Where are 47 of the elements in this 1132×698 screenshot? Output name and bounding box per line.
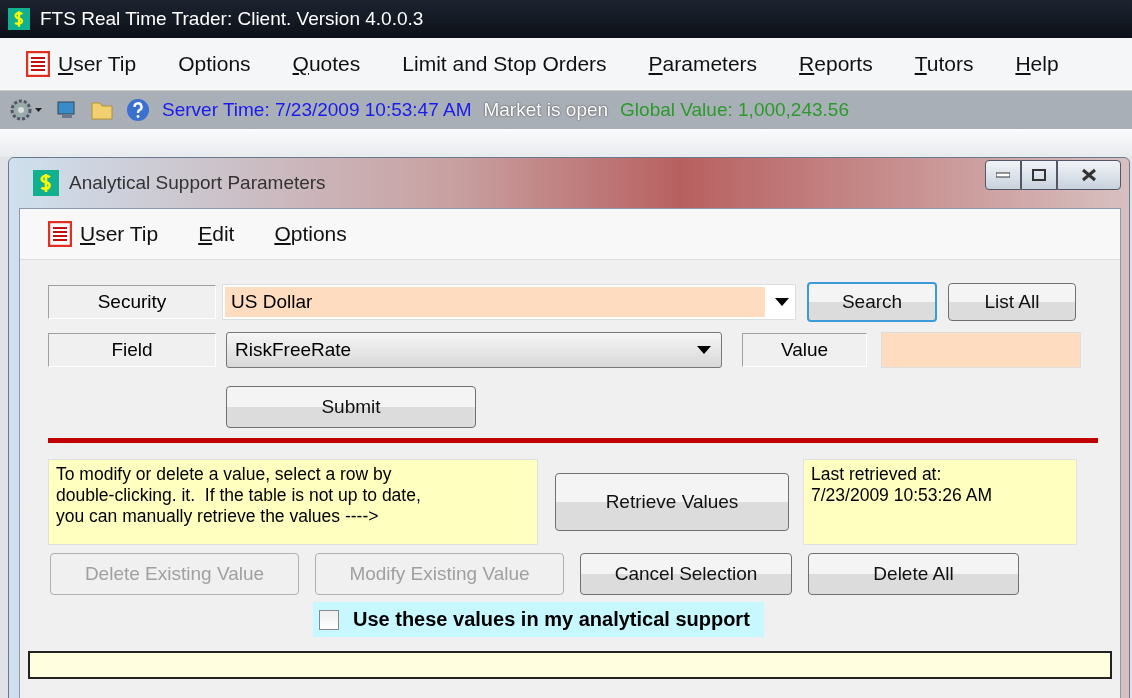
notepad-icon	[48, 221, 72, 247]
menu-item[interactable]: Help	[1015, 52, 1059, 76]
server-time: Server Time: 7/23/2009 10:53:47 AM	[162, 99, 472, 121]
menu-item[interactable]: Tutors	[914, 52, 974, 76]
gear-icon[interactable]	[10, 99, 44, 121]
menu-item[interactable]: Parameters	[648, 52, 758, 76]
market-status: Market is open	[483, 99, 609, 121]
field-label: Value	[742, 333, 867, 367]
instruction-note: To modify or delete a value, select a row by double-clicking. it. If the table is not up to date, you can manually retrieve the values ---->	[48, 459, 538, 545]
dollar-logo-icon	[33, 170, 59, 196]
menu-item[interactable]: Limit and Stop Orders	[402, 52, 607, 76]
dollar-logo-icon	[8, 8, 30, 30]
maximize-icon	[1032, 169, 1046, 181]
retrieve-values-button[interactable]: Retrieve Values	[555, 473, 789, 531]
close-icon	[1081, 168, 1097, 182]
minimize-button[interactable]	[985, 160, 1021, 190]
security-dropdown[interactable]: US Dollar	[222, 284, 796, 320]
field-dropdown[interactable]: RiskFreeRate	[226, 332, 722, 368]
dropdown-arrow-icon	[775, 298, 789, 306]
minimize-icon	[996, 172, 1010, 178]
close-button[interactable]	[1057, 160, 1121, 190]
submit-button[interactable]: Submit	[226, 386, 476, 428]
maximize-button[interactable]	[1021, 160, 1057, 190]
monitor-icon[interactable]	[56, 100, 78, 120]
help-icon[interactable]	[126, 98, 150, 122]
menu-item[interactable]: User Tip	[48, 221, 159, 247]
window-title: FTS Real Time Trader: Client. Version 4.0.0.3	[40, 8, 424, 30]
search-button[interactable]: Search	[807, 282, 937, 322]
menu-item[interactable]: Reports	[799, 52, 873, 76]
menu-item[interactable]: Options	[178, 52, 251, 76]
notepad-icon	[26, 51, 50, 77]
value-field[interactable]	[881, 332, 1081, 368]
checkbox[interactable]	[319, 609, 339, 630]
action-button[interactable]: Cancel Selection	[580, 553, 792, 595]
menu-item[interactable]: User Tip	[26, 51, 137, 77]
dialog-title: Analytical Support Parameters	[69, 172, 326, 194]
last-retrieved-note: Last retrieved at: 7/23/2009 10:53:26 AM	[803, 459, 1077, 545]
field-label: Field	[48, 333, 216, 367]
dropdown-arrow-icon	[697, 346, 711, 354]
global-value: Global Value: 1,000,243.56	[620, 99, 849, 121]
action-button[interactable]: Delete All	[808, 553, 1019, 595]
menu-item[interactable]: Edit	[198, 222, 235, 246]
list-all-button[interactable]: List All	[948, 283, 1076, 321]
menu-item[interactable]: Quotes	[292, 52, 361, 76]
menu-item[interactable]: Options	[274, 222, 347, 246]
field-label: Security	[48, 285, 216, 319]
checkbox-label: Use these values in my analytical support	[353, 608, 750, 631]
